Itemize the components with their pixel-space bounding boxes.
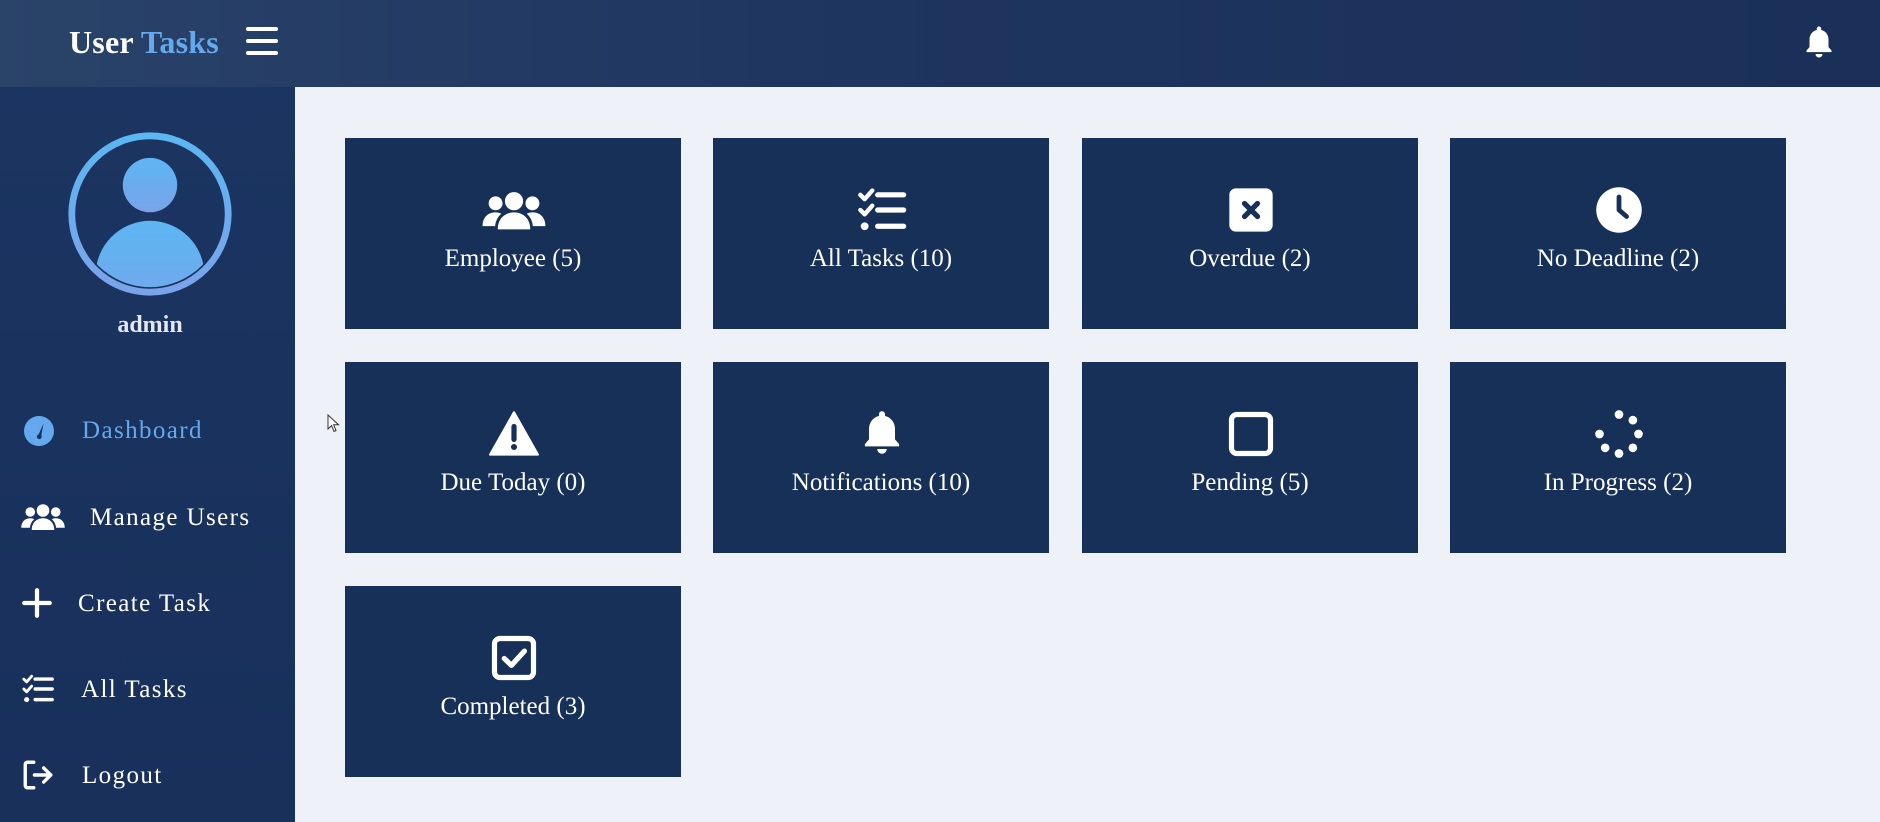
card-label: No Deadline (2) [1536, 245, 1700, 272]
card-notifications[interactable]: Notifications (10) [713, 362, 1049, 553]
warning-icon [489, 411, 539, 456]
top-bar: User Tasks [0, 0, 1880, 87]
app-title-part1: User [69, 24, 134, 60]
bell-icon[interactable] [1800, 22, 1838, 62]
username: admin [117, 312, 183, 338]
card-label: Pending (5) [1191, 469, 1309, 496]
card-overdue[interactable]: Overdue (2) [1082, 138, 1418, 329]
mouse-cursor-icon [327, 414, 340, 433]
dashboard-icon [24, 416, 54, 446]
card-label: Completed (3) [440, 693, 586, 720]
sidebar-item-create-task[interactable]: Create Task [0, 576, 295, 632]
sidebar-item-logout[interactable]: Logout [0, 748, 295, 804]
sidebar-item-label: All Tasks [81, 676, 188, 703]
hamburger-icon[interactable] [246, 27, 278, 55]
task-list-icon [22, 674, 54, 703]
card-label: Overdue (2) [1189, 245, 1311, 272]
card-due-today[interactable]: Due Today (0) [345, 362, 681, 553]
card-pending[interactable]: Pending (5) [1082, 362, 1418, 553]
sidebar-item-dashboard[interactable]: Dashboard [0, 403, 295, 459]
task-list-icon [858, 188, 907, 231]
sidebar-item-manage-users[interactable]: Manage Users [0, 490, 295, 546]
bell-icon [864, 411, 900, 454]
card-label: Due Today (0) [440, 469, 586, 496]
card-employee[interactable]: Employee (5) [345, 138, 681, 329]
card-label: All Tasks (10) [809, 245, 953, 272]
plus-icon [22, 588, 52, 618]
dashboard-content: Employee (5) All Tasks (10) Overdue (2) … [295, 87, 1880, 822]
card-label: Notifications (10) [791, 469, 971, 496]
sidebar-item-label: Logout [82, 762, 163, 789]
x-square-icon [1229, 188, 1273, 232]
card-all-tasks[interactable]: All Tasks (10) [713, 138, 1049, 329]
spinner-icon [1595, 410, 1643, 458]
app-title-part2: Tasks [140, 24, 219, 60]
logout-icon [23, 760, 53, 790]
card-completed[interactable]: Completed (3) [345, 586, 681, 777]
user-avatar-icon [68, 132, 232, 296]
sidebar-item-all-tasks[interactable]: All Tasks [0, 662, 295, 718]
app-title: User Tasks [69, 22, 219, 62]
sidebar-item-label: Create Task [78, 590, 212, 617]
users-icon [482, 192, 546, 230]
sidebar-item-label: Dashboard [82, 417, 203, 444]
check-square-icon [491, 635, 537, 681]
clock-icon [1596, 187, 1642, 233]
sidebar-item-label: Manage Users [90, 504, 251, 531]
card-no-deadline[interactable]: No Deadline (2) [1450, 138, 1786, 329]
users-icon [21, 504, 65, 530]
card-in-progress[interactable]: In Progress (2) [1450, 362, 1786, 553]
sidebar: admin Dashboard Manage Users Create Task [0, 87, 295, 822]
card-label: Employee (5) [444, 245, 582, 272]
card-label: In Progress (2) [1543, 469, 1693, 496]
square-icon [1228, 411, 1274, 457]
